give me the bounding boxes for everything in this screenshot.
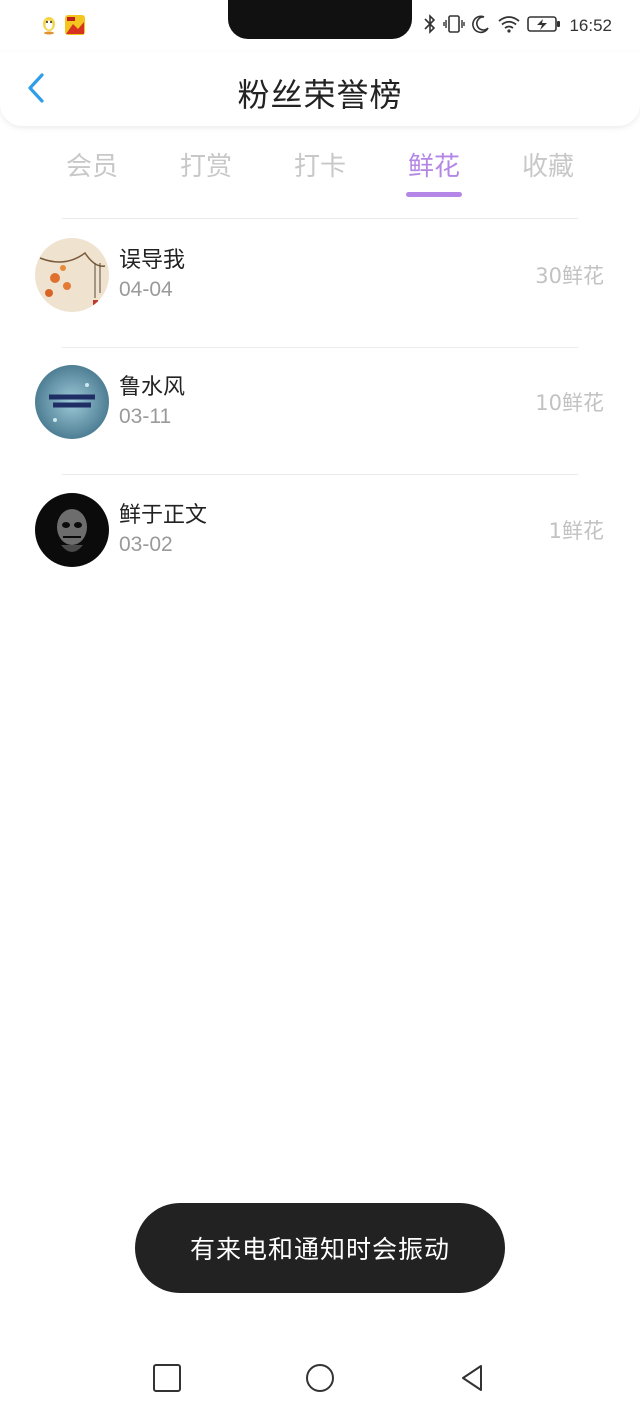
tab-favorites[interactable]: 收藏 bbox=[508, 146, 588, 183]
video-app-icon bbox=[64, 14, 86, 36]
fan-name: 鲁水风 bbox=[119, 375, 186, 400]
vibration-toast: 有来电和通知时会振动 bbox=[135, 1203, 505, 1293]
recent-apps-square-icon bbox=[152, 1363, 182, 1397]
fan-name: 鲜于正文 bbox=[119, 503, 208, 528]
flower-count: 30鲜花 bbox=[535, 264, 604, 288]
active-tab-indicator bbox=[406, 192, 462, 197]
recent-apps-button[interactable] bbox=[147, 1360, 187, 1400]
home-circle-icon bbox=[305, 1363, 335, 1397]
flower-count: 1鲜花 bbox=[548, 519, 604, 543]
back-triangle-icon bbox=[457, 1363, 487, 1397]
status-icons: 16:52 bbox=[423, 14, 612, 38]
moon-icon bbox=[471, 14, 491, 38]
fan-row[interactable]: 误导我 04-04 30鲜花 bbox=[0, 228, 640, 328]
bluetooth-icon bbox=[423, 14, 437, 38]
list-divider bbox=[62, 218, 578, 219]
flower-count: 10鲜花 bbox=[535, 391, 604, 415]
tab-flowers[interactable]: 鲜花 bbox=[394, 146, 474, 183]
battery-charging-icon bbox=[527, 14, 561, 38]
fan-date: 03-11 bbox=[119, 405, 172, 428]
category-tabs: 会员 打赏 打卡 鲜花 收藏 bbox=[0, 140, 640, 200]
fan-row[interactable]: 鲜于正文 03-02 1鲜花 bbox=[0, 483, 640, 583]
tab-members[interactable]: 会员 bbox=[52, 146, 132, 183]
blue-text-avatar bbox=[35, 365, 109, 439]
page-title: 粉丝荣誉榜 bbox=[237, 76, 403, 114]
fan-name: 误导我 bbox=[119, 248, 186, 273]
list-divider bbox=[62, 347, 578, 348]
fan-row[interactable]: 鲁水风 03-11 10鲜花 bbox=[0, 355, 640, 455]
qq-penguin-app-icon bbox=[38, 14, 60, 36]
fan-date: 03-02 bbox=[119, 533, 173, 556]
wifi-icon bbox=[497, 14, 521, 38]
floral-painting-avatar bbox=[35, 238, 109, 312]
camera-notch bbox=[228, 0, 412, 39]
tab-tips[interactable]: 打赏 bbox=[166, 146, 246, 183]
status-bar: 16:52 bbox=[0, 0, 640, 52]
home-button[interactable] bbox=[300, 1360, 340, 1400]
status-time: 16:52 bbox=[569, 16, 612, 35]
list-divider bbox=[62, 474, 578, 475]
dark-skull-avatar bbox=[35, 493, 109, 567]
system-nav-bar bbox=[0, 1340, 640, 1422]
back-nav-button[interactable] bbox=[452, 1360, 492, 1400]
fan-date: 04-04 bbox=[119, 278, 173, 301]
vibrate-icon bbox=[443, 14, 466, 38]
tab-checkin[interactable]: 打卡 bbox=[280, 146, 360, 183]
app-header: 粉丝荣誉榜 bbox=[0, 52, 640, 126]
